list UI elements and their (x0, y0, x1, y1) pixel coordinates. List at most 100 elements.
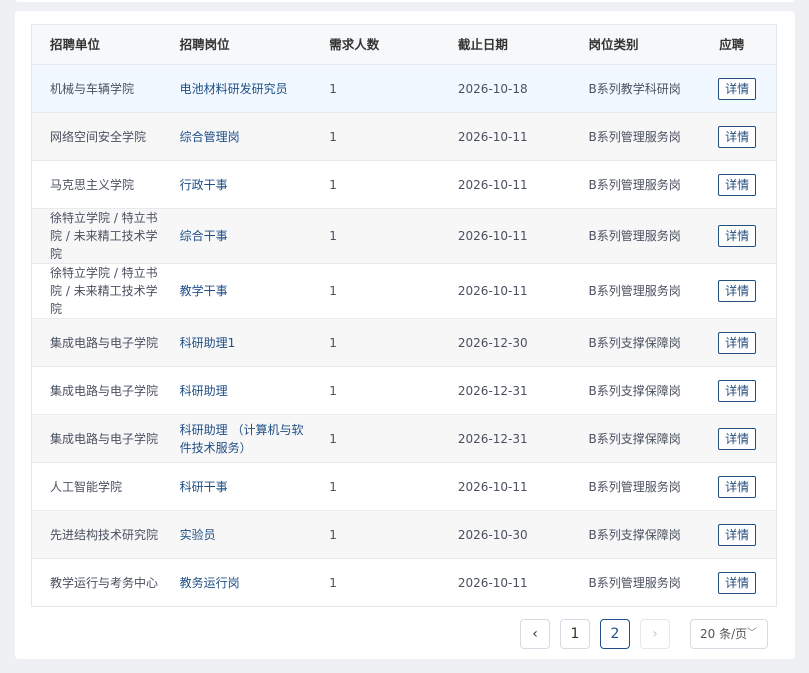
category-cell: B系列支撑保障岗 (588, 527, 681, 542)
detail-button[interactable]: 详情 (718, 280, 757, 302)
table-row: 人工智能学院 科研干事 1 2026-10-11 B系列管理服务岗 详情 (32, 463, 776, 511)
unit-cell: 人工智能学院 (50, 479, 123, 494)
detail-button[interactable]: 详情 (718, 427, 757, 450)
prev-page-button[interactable]: ‹ (520, 619, 550, 649)
count-cell: 1 (329, 284, 337, 298)
deadline-cell: 2026-10-11 (457, 229, 528, 243)
detail-button[interactable]: 详情 (718, 173, 757, 196)
count-cell: 1 (329, 527, 337, 542)
post-cell[interactable]: 行政干事 (162, 176, 312, 194)
unit-cell: 徐特立学院 / 特立书院 / 未来精工技术学院 (50, 266, 158, 316)
count-cell: 1 (329, 177, 337, 192)
unit-cell: 徐特立学院 / 特立书院 / 未来精工技术学院 (50, 211, 158, 261)
post-cell[interactable]: 科研干事 (162, 478, 312, 496)
apply-cell: 详情 (701, 331, 776, 354)
job-list-card: 招聘单位 招聘岗位 需求人数 截止日期 岗位类别 应聘 机械与车辆学院 电池材料研… (15, 11, 795, 659)
post-cell[interactable]: 科研助理1 (162, 334, 312, 352)
detail-button[interactable]: 详情 (718, 571, 757, 594)
chevron-right-icon: › (652, 626, 658, 642)
table-row: 先进结构技术研究院 实验员 1 2026-10-30 B系列支撑保障岗 详情 (32, 511, 776, 559)
detail-button[interactable]: 详情 (718, 523, 757, 546)
post-cell[interactable]: 电池材料研发研究员 (162, 80, 312, 98)
post-cell[interactable]: 科研助理 (162, 382, 312, 400)
deadline-cell: 2026-12-31 (457, 431, 528, 446)
unit-cell: 先进结构技术研究院 (50, 527, 159, 542)
header-category: 岗位类别 (588, 36, 639, 52)
page-size-select[interactable]: 20 条/页 ﹀ (690, 619, 768, 649)
apply-cell: 详情 (701, 225, 776, 247)
table-row: 徐特立学院 / 特立书院 / 未来精工技术学院 教学干事 1 2026-10-11 B系… (32, 264, 776, 319)
post-cell[interactable]: 综合干事 (162, 227, 312, 245)
table-row: 机械与车辆学院 电池材料研发研究员 1 2026-10-18 B系列教学科研岗 详情 (32, 65, 776, 113)
detail-button[interactable]: 详情 (718, 331, 757, 354)
category-cell: B系列管理服务岗 (588, 177, 681, 192)
deadline-cell: 2026-10-11 (457, 177, 528, 192)
unit-cell: 网络空间安全学院 (50, 129, 147, 144)
apply-cell: 详情 (701, 125, 776, 148)
count-cell: 1 (329, 575, 337, 590)
apply-cell: 详情 (701, 280, 776, 302)
table-row: 网络空间安全学院 综合管理岗 1 2026-10-11 B系列管理服务岗 详情 (32, 113, 776, 161)
header-deadline: 截止日期 (457, 36, 508, 52)
deadline-cell: 2026-12-30 (457, 335, 528, 350)
category-cell: B系列管理服务岗 (588, 284, 681, 298)
category-cell: B系列支撑保障岗 (588, 383, 681, 398)
category-cell: B系列教学科研岗 (588, 81, 681, 96)
deadline-cell: 2026-10-30 (457, 527, 528, 542)
detail-button[interactable]: 详情 (718, 125, 757, 148)
unit-cell: 机械与车辆学院 (50, 81, 135, 96)
unit-cell: 集成电路与电子学院 (50, 383, 159, 398)
table-row: 集成电路与电子学院 科研助理 （计算机与软件技术服务） 1 2026-12-31 B系列… (32, 415, 776, 463)
chevron-down-icon: ﹀ (747, 628, 757, 639)
post-cell[interactable]: 教学干事 (162, 282, 312, 300)
count-cell: 1 (329, 383, 337, 398)
count-cell: 1 (329, 479, 337, 494)
chevron-left-icon: ‹ (532, 626, 538, 642)
table-row: 教学运行与考务中心 教务运行岗 1 2026-10-11 B系列管理服务岗 详情 (32, 559, 776, 606)
apply-cell: 详情 (701, 427, 776, 450)
post-cell[interactable]: 综合管理岗 (162, 128, 312, 146)
table-body: 机械与车辆学院 电池材料研发研究员 1 2026-10-18 B系列教学科研岗 详情 网络空… (32, 65, 776, 606)
next-page-button[interactable]: › (640, 619, 670, 649)
apply-cell: 详情 (701, 77, 776, 100)
unit-cell: 教学运行与考务中心 (50, 575, 159, 590)
header-apply: 应聘 (719, 36, 745, 52)
unit-cell: 集成电路与电子学院 (50, 335, 159, 350)
header-count: 需求人数 (329, 36, 380, 52)
detail-button[interactable]: 详情 (718, 475, 757, 498)
table-row: 集成电路与电子学院 科研助理1 1 2026-12-30 B系列支撑保障岗 详情 (32, 319, 776, 367)
count-cell: 1 (329, 81, 337, 96)
detail-button[interactable]: 详情 (718, 77, 757, 100)
apply-cell: 详情 (701, 379, 776, 402)
header-unit: 招聘单位 (50, 36, 101, 52)
apply-cell: 详情 (701, 173, 776, 196)
category-cell: B系列管理服务岗 (588, 129, 681, 144)
detail-button[interactable]: 详情 (718, 379, 757, 402)
detail-button[interactable]: 详情 (718, 225, 757, 247)
table-row: 徐特立学院 / 特立书院 / 未来精工技术学院 综合干事 1 2026-10-11 B系… (32, 209, 776, 264)
category-cell: B系列管理服务岗 (588, 479, 681, 494)
table-header: 招聘单位 招聘岗位 需求人数 截止日期 岗位类别 应聘 (32, 25, 776, 65)
category-cell: B系列支撑保障岗 (588, 431, 681, 446)
deadline-cell: 2026-10-11 (457, 129, 528, 144)
deadline-cell: 2026-12-31 (457, 383, 528, 398)
unit-cell: 集成电路与电子学院 (50, 431, 159, 446)
apply-cell: 详情 (701, 475, 776, 498)
deadline-cell: 2026-10-11 (457, 479, 528, 494)
count-cell: 1 (329, 129, 337, 144)
page-1-button[interactable]: 1 (560, 619, 590, 649)
previous-card (15, 0, 795, 2)
page-2-button[interactable]: 2 (600, 619, 630, 649)
post-cell[interactable]: 教务运行岗 (162, 574, 312, 592)
deadline-cell: 2026-10-18 (457, 81, 528, 96)
post-cell[interactable]: 科研助理 （计算机与软件技术服务） (162, 421, 312, 457)
post-cell[interactable]: 实验员 (162, 526, 312, 544)
category-cell: B系列支撑保障岗 (588, 335, 681, 350)
count-cell: 1 (329, 229, 337, 243)
deadline-cell: 2026-10-11 (457, 575, 528, 590)
count-cell: 1 (329, 431, 337, 446)
category-cell: B系列管理服务岗 (588, 575, 681, 590)
table-row: 集成电路与电子学院 科研助理 1 2026-12-31 B系列支撑保障岗 详情 (32, 367, 776, 415)
page-size-value: 20 条/页 (700, 627, 748, 641)
apply-cell: 详情 (701, 523, 776, 546)
